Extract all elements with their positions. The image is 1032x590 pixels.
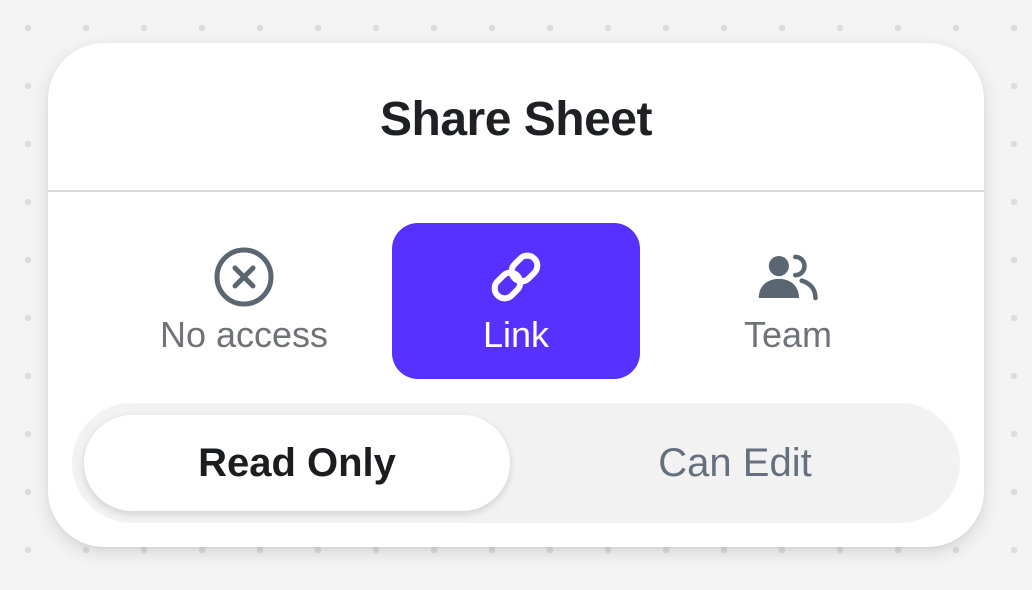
permission-segmented-control: Read Only Can Edit	[72, 403, 960, 523]
link-icon	[484, 245, 548, 309]
sheet-title: Share Sheet	[380, 93, 652, 146]
close-circle-icon	[212, 245, 276, 309]
team-icon	[756, 245, 820, 309]
option-label: No access	[159, 314, 329, 355]
segment-can-edit[interactable]: Can Edit	[522, 415, 948, 511]
title-divider	[48, 190, 984, 192]
option-label: Team	[743, 314, 833, 355]
option-no-access[interactable]: No access	[120, 223, 368, 379]
option-team[interactable]: Team	[664, 223, 912, 379]
option-link[interactable]: Link	[392, 223, 640, 379]
option-label: Link	[482, 314, 550, 355]
share-sheet-card: Share Sheet No access Link Team Read Onl…	[48, 43, 984, 547]
segment-read-only[interactable]: Read Only	[84, 415, 510, 511]
